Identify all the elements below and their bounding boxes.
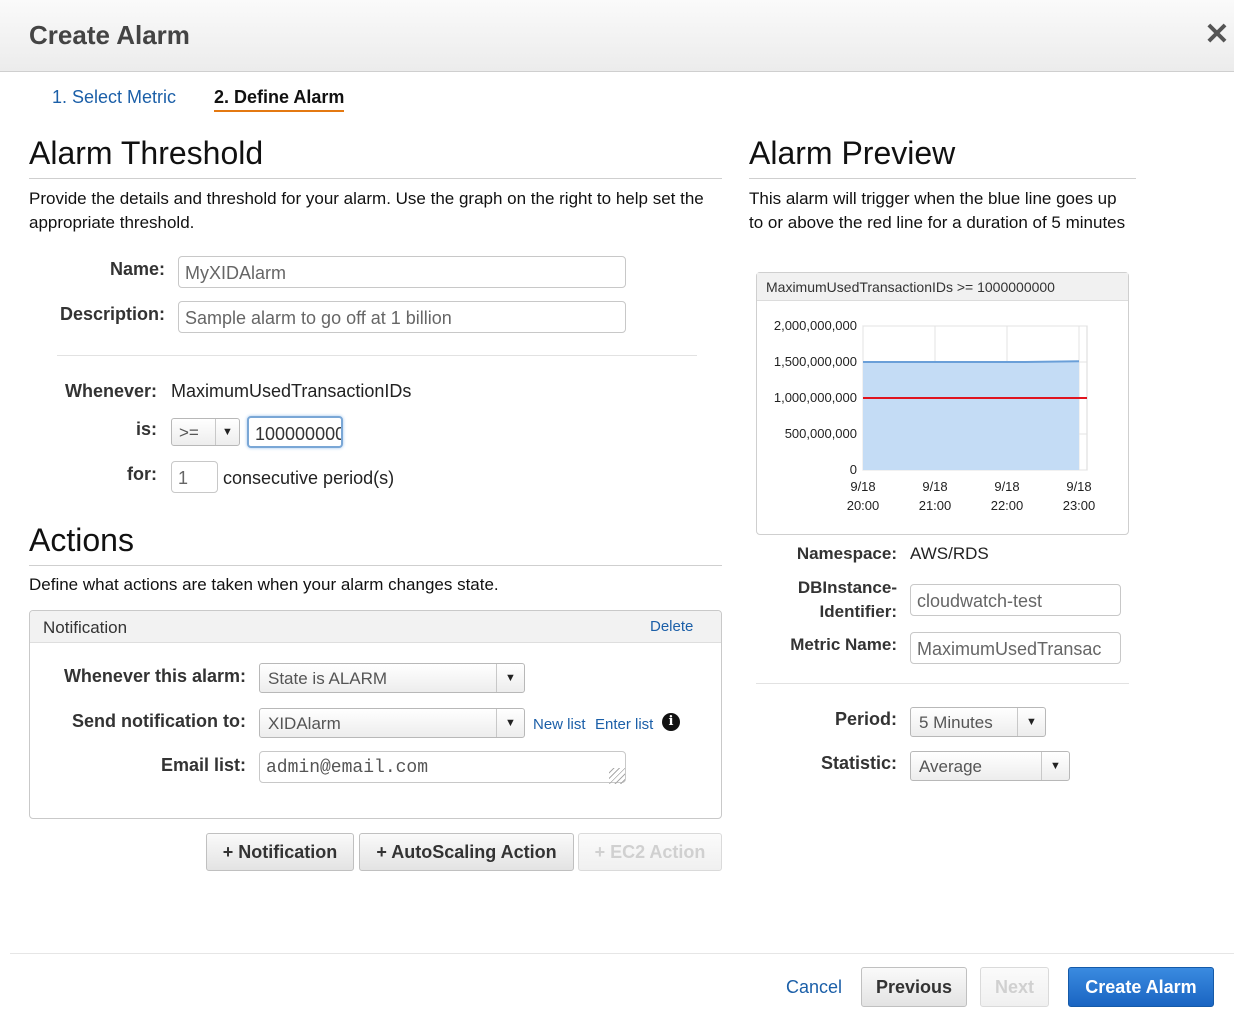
dbinstance-input[interactable]: cloudwatch-test xyxy=(910,584,1121,616)
operator-value: >= xyxy=(179,423,199,442)
info-icon[interactable]: i xyxy=(662,713,680,731)
y-tick-label: 500,000,000 xyxy=(785,426,857,441)
actions-description: Define what actions are taken when your … xyxy=(29,575,499,594)
divider xyxy=(57,355,697,356)
chevron-down-icon: ▼ xyxy=(496,709,524,737)
alarm-preview-chart: MaximumUsedTransactionIDs >= 1000000000 … xyxy=(756,272,1129,535)
topic-value: XIDAlarm xyxy=(268,714,341,733)
metric-name-text: MaximumUsedTransactionIDs xyxy=(171,381,412,401)
dbinstance-label-line1: DBInstance- xyxy=(797,578,897,597)
chevron-down-icon: ▼ xyxy=(1041,752,1069,780)
name-label: Name: xyxy=(109,259,165,279)
y-tick-label: 0 xyxy=(850,462,857,477)
whenever-alarm-label: Whenever this alarm: xyxy=(63,666,246,686)
periods-suffix: consecutive period(s) xyxy=(223,468,395,488)
threshold-description: Provide the details and threshold for yo… xyxy=(29,189,704,232)
tab-define-alarm[interactable]: 2. Define Alarm xyxy=(214,87,345,112)
metric-name-input[interactable]: MaximumUsedTransac xyxy=(910,632,1121,664)
notification-panel: Notification Delete Whenever this alarm:… xyxy=(29,610,722,819)
create-alarm-button[interactable]: Create Alarm xyxy=(1068,967,1214,1007)
x-tick-date: 9/18 xyxy=(1066,479,1091,494)
description-label: Description: xyxy=(59,304,165,324)
is-label: is: xyxy=(135,419,157,439)
send-notification-label: Send notification to: xyxy=(72,711,246,731)
statistic-value: Average xyxy=(919,757,983,776)
x-tick-time: 21:00 xyxy=(919,498,952,513)
x-tick-date: 9/18 xyxy=(850,479,875,494)
namespace-label: Namespace: xyxy=(796,544,897,563)
namespace-value: AWS/RDS xyxy=(910,544,989,563)
x-tick-date: 9/18 xyxy=(922,479,947,494)
tab-select-metric[interactable]: 1. Select Metric xyxy=(52,87,176,108)
alarm-state-select[interactable]: State is ALARM ▼ xyxy=(259,663,525,693)
cancel-link[interactable]: Cancel xyxy=(786,977,842,998)
next-button: Next xyxy=(980,967,1049,1007)
alarm-state-value: State is ALARM xyxy=(268,669,388,688)
period-value: 5 Minutes xyxy=(919,713,993,732)
add-notification-button[interactable]: + Notification xyxy=(206,833,354,871)
metric-name-label: Metric Name: xyxy=(790,635,897,654)
y-tick-label: 1,000,000,000 xyxy=(774,390,857,405)
description-input[interactable]: Sample alarm to go off at 1 billion xyxy=(178,301,626,333)
alarm-preview-heading: Alarm Preview xyxy=(749,135,956,171)
x-tick-date: 9/18 xyxy=(994,479,1019,494)
statistic-label: Statistic: xyxy=(820,753,897,773)
new-list-link[interactable]: New list xyxy=(533,716,586,733)
alarm-threshold-heading: Alarm Threshold xyxy=(29,135,264,171)
periods-input[interactable]: 1 xyxy=(171,461,218,493)
divider xyxy=(749,178,1136,179)
name-input[interactable]: MyXIDAlarm xyxy=(178,256,626,288)
chevron-down-icon: ▼ xyxy=(496,664,524,692)
notification-panel-header xyxy=(30,611,721,643)
chevron-down-icon: ▼ xyxy=(215,419,239,445)
resize-handle-icon[interactable] xyxy=(609,768,625,784)
y-tick-label: 1,500,000,000 xyxy=(774,354,857,369)
x-tick-time: 22:00 xyxy=(991,498,1024,513)
whenever-label: Whenever: xyxy=(64,381,157,401)
chart-plot: 2,000,000,000 1,500,000,000 1,000,000,000 5… xyxy=(774,318,1096,513)
email-list-textarea[interactable]: admin@email.com xyxy=(259,751,626,783)
x-tick-time: 20:00 xyxy=(847,498,880,513)
dialog-title: Create Alarm xyxy=(29,20,190,50)
series-area xyxy=(863,361,1079,470)
add-ec2-action-button: + EC2 Action xyxy=(578,833,722,871)
period-select[interactable]: 5 Minutes ▼ xyxy=(910,707,1046,737)
delete-link[interactable]: Delete xyxy=(650,618,693,635)
dbinstance-label-line2: Identifier: xyxy=(819,602,897,621)
close-icon[interactable]: ✕ xyxy=(1203,20,1231,50)
divider xyxy=(29,178,722,179)
actions-heading: Actions xyxy=(29,522,134,558)
period-label: Period: xyxy=(834,709,897,729)
divider xyxy=(29,565,722,566)
chevron-down-icon: ▼ xyxy=(1017,708,1045,736)
for-label: for: xyxy=(127,464,157,484)
email-list-label: Email list: xyxy=(160,755,246,775)
add-autoscaling-action-button[interactable]: + AutoScaling Action xyxy=(359,833,574,871)
chart-title: MaximumUsedTransactionIDs >= 1000000000 xyxy=(757,273,1128,301)
threshold-input[interactable]: 1000000000 xyxy=(247,416,343,448)
x-tick-time: 23:00 xyxy=(1063,498,1096,513)
statistic-select[interactable]: Average ▼ xyxy=(910,751,1070,781)
previous-button[interactable]: Previous xyxy=(861,967,967,1007)
enter-list-link[interactable]: Enter list xyxy=(595,716,653,733)
divider xyxy=(756,683,1129,684)
series-line xyxy=(863,360,1080,363)
operator-select[interactable]: >= ▼ xyxy=(171,418,240,446)
footer-divider xyxy=(10,953,1234,954)
preview-description: This alarm will trigger when the blue li… xyxy=(749,189,1126,232)
notification-title: Notification xyxy=(43,618,128,637)
y-tick-label: 2,000,000,000 xyxy=(774,318,857,333)
topic-select[interactable]: XIDAlarm ▼ xyxy=(259,708,525,738)
